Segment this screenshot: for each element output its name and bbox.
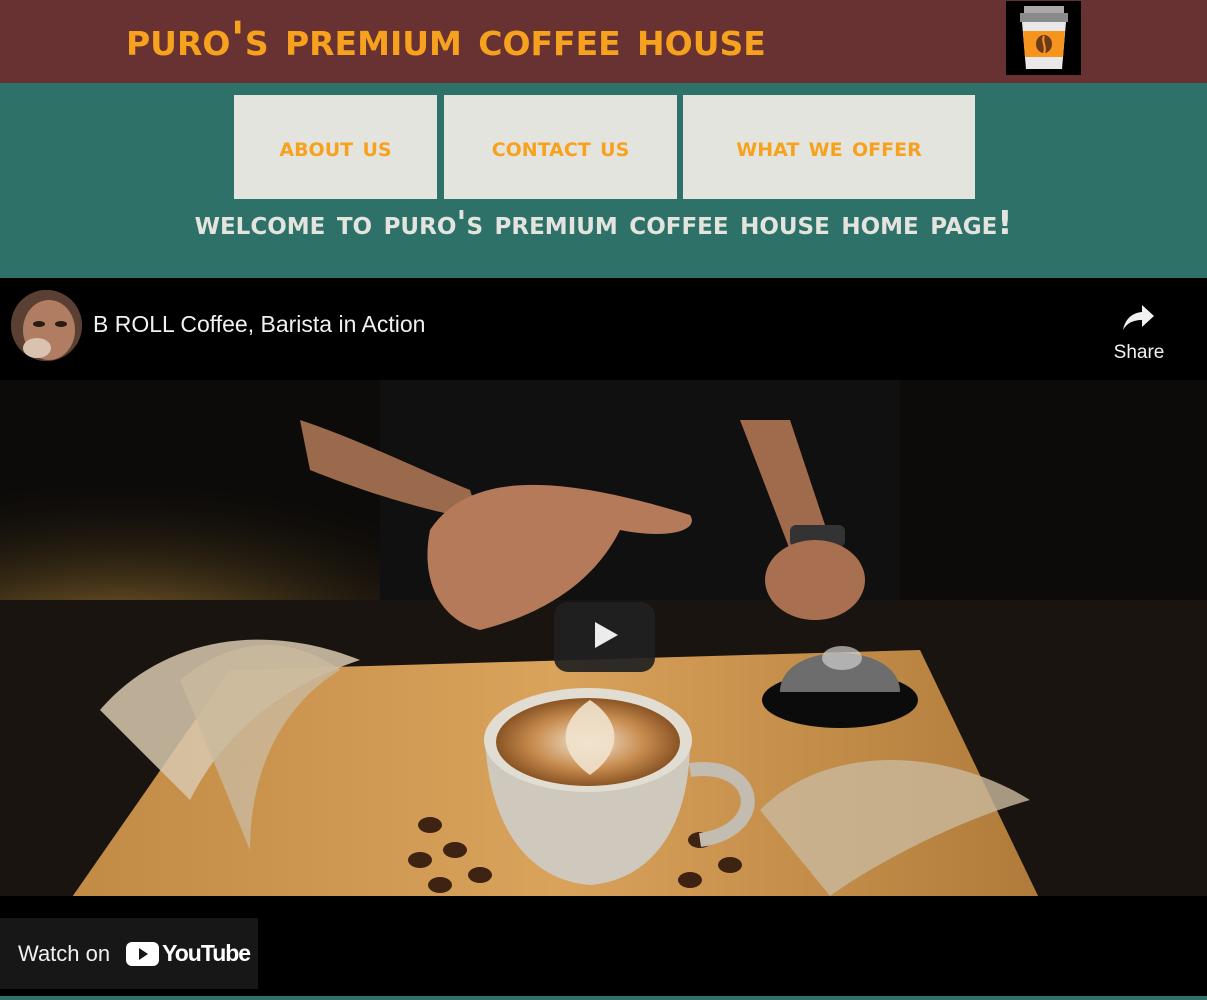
nav-contact-us-label: Contact Us xyxy=(491,131,630,163)
play-icon xyxy=(590,620,620,654)
watch-on-label: Watch on xyxy=(18,940,111,966)
page-bottom-strip xyxy=(0,996,1207,1000)
site-header: Puro's Premium Coffee House xyxy=(0,0,1207,83)
nav-what-we-offer-label: What We Offer xyxy=(736,131,922,163)
embedded-video[interactable]: B ROLL Coffee, Barista in Action Share W… xyxy=(0,278,1207,996)
site-title: Puro's Premium Coffee House xyxy=(126,12,766,67)
nav-contact-us-button[interactable]: Contact Us xyxy=(444,95,677,199)
nav-about-us-label: About Us xyxy=(279,131,392,163)
video-title-link[interactable]: B ROLL Coffee, Barista in Action xyxy=(93,311,425,338)
youtube-play-icon xyxy=(126,941,160,966)
nav-band: About Us Contact Us What We Offer Welcom… xyxy=(0,83,1207,278)
share-icon xyxy=(1122,302,1156,336)
watch-on-youtube-button[interactable]: Watch on YouTube xyxy=(0,918,258,989)
video-title-bar: B ROLL Coffee, Barista in Action Share xyxy=(0,278,1207,378)
welcome-heading: Welcome to Puro's Premium Coffee House H… xyxy=(194,203,1013,242)
share-button[interactable]: Share xyxy=(1106,302,1172,372)
share-label: Share xyxy=(1113,342,1165,363)
coffee-cup-icon xyxy=(1006,1,1081,75)
channel-avatar[interactable] xyxy=(11,290,82,361)
youtube-wordmark: YouTube xyxy=(162,940,251,966)
youtube-logo: YouTube xyxy=(126,940,251,967)
video-thumbnail[interactable] xyxy=(0,380,1207,896)
nav-about-us-button[interactable]: About Us xyxy=(234,95,437,199)
play-button[interactable] xyxy=(554,602,655,672)
nav-what-we-offer-button[interactable]: What We Offer xyxy=(683,95,975,199)
